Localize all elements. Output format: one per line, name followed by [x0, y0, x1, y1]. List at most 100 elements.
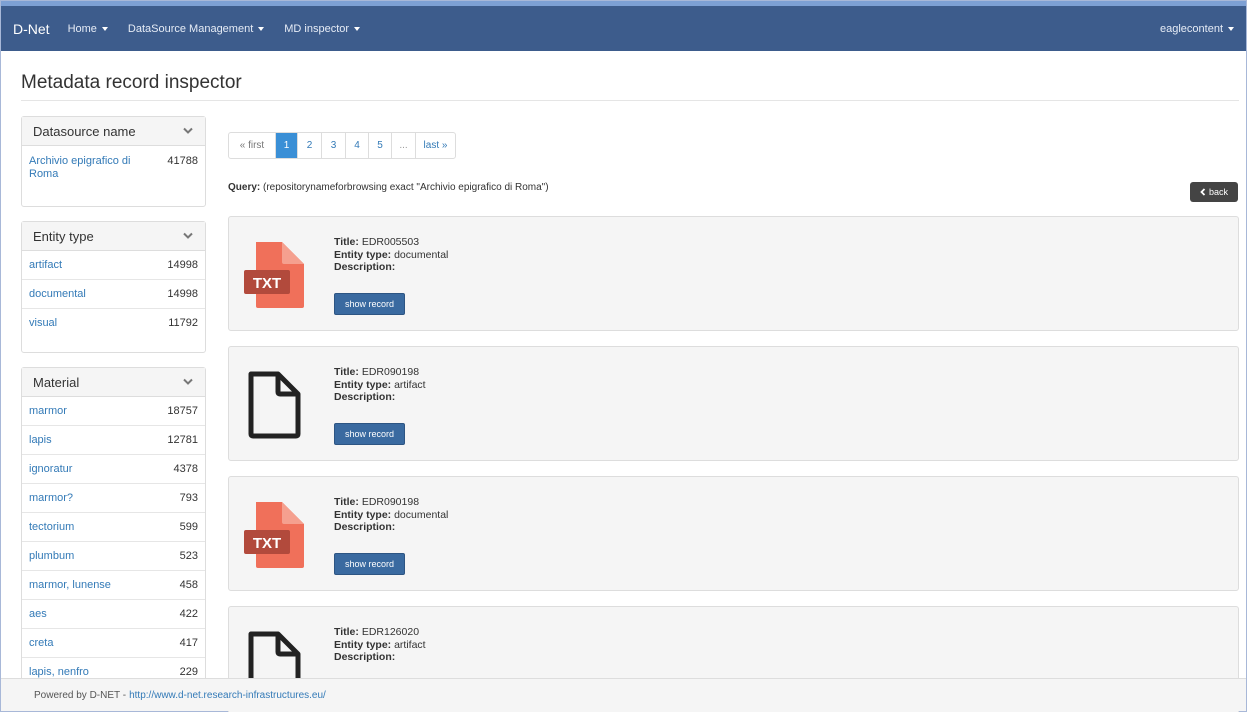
facet-link[interactable]: tectorium — [29, 521, 74, 533]
facet-material-header[interactable]: Material — [22, 368, 205, 397]
title-label: Title: — [334, 626, 359, 638]
caret-down-icon — [101, 27, 108, 31]
description-label: Description: — [334, 651, 396, 663]
facet-count: 11792 — [168, 317, 198, 329]
menu-home[interactable]: Home — [68, 23, 108, 35]
chevron-down-icon[interactable] — [183, 127, 193, 135]
query-label: Query: — [228, 182, 261, 193]
record-entity-type: artifact — [394, 378, 426, 391]
chevron-down-icon[interactable] — [183, 232, 193, 240]
facet-item: artifact 14998 — [22, 251, 205, 280]
page-1[interactable]: 1 — [275, 133, 297, 158]
entity-type-label: Entity type: — [334, 638, 392, 651]
caret-down-icon — [354, 27, 361, 31]
facet-item: marmor 18757 — [22, 397, 205, 426]
menu-md-inspector[interactable]: MD inspector — [284, 23, 361, 35]
facet-link[interactable]: creta — [29, 637, 53, 649]
record-title: EDR090198 — [361, 366, 420, 378]
facet-item: creta 417 — [22, 629, 205, 658]
facet-link[interactable]: lapis — [29, 434, 52, 446]
facet-item: plumbum 523 — [22, 542, 205, 571]
facet-datasource-header[interactable]: Datasource name — [22, 117, 205, 146]
entity-type-label: Entity type: — [334, 508, 392, 521]
facet-entity-type-panel: Entity type artifact 14998 documental 14… — [21, 221, 206, 353]
page-3[interactable]: 3 — [321, 133, 345, 158]
facet-count: 793 — [179, 492, 198, 504]
title-label: Title: — [334, 496, 359, 508]
page-title: Metadata record inspector — [21, 72, 242, 93]
menu-datasource-management[interactable]: DataSource Management — [127, 22, 265, 35]
facet-datasource-title: Datasource name — [33, 123, 136, 139]
caret-down-icon — [258, 27, 265, 31]
record-entity-type: artifact — [394, 638, 426, 651]
user-menu[interactable]: eaglecontent — [1160, 23, 1234, 35]
facet-material-panel: Material marmor 18757 lapis 12781 ignoratu… — [21, 367, 206, 697]
menu-datasource-label: DataSource Management — [127, 22, 254, 35]
page-last[interactable]: last » — [415, 133, 455, 158]
title-label: Title: — [334, 366, 359, 378]
facet-item: Archivio epigrafico di Roma 41788 — [22, 146, 205, 196]
show-record-button[interactable]: show record — [334, 553, 405, 575]
entity-type-label: Entity type: — [334, 378, 392, 391]
brand-logo[interactable]: D-Net — [13, 21, 50, 37]
facet-item: tectorium 599 — [22, 513, 205, 542]
facet-count: 4378 — [173, 463, 198, 475]
facet-link[interactable]: Archivio epigrafico di Roma — [29, 155, 149, 181]
facet-count: 523 — [179, 550, 198, 562]
facet-count: 41788 — [167, 155, 198, 167]
footer-link[interactable]: http://www.d-net.research-infrastructure… — [129, 690, 326, 701]
show-record-button[interactable]: show record — [334, 423, 405, 445]
facet-link[interactable]: visual — [29, 317, 57, 329]
facet-item: visual 11792 — [22, 309, 205, 338]
facet-link[interactable]: plumbum — [29, 550, 74, 562]
facet-link[interactable]: marmor, lunense — [29, 579, 111, 591]
facet-item: ignoratur 4378 — [22, 455, 205, 484]
txt-badge: TXT — [253, 275, 281, 292]
facet-count: 14998 — [167, 259, 198, 271]
facet-link[interactable]: artifact — [29, 259, 62, 271]
facet-item: aes 422 — [22, 600, 205, 629]
user-name: eaglecontent — [1160, 22, 1223, 35]
record-card: TXT Title: EDR005503 Entity type: docume… — [228, 216, 1239, 331]
description-label: Description: — [334, 521, 396, 533]
back-label: back — [1208, 187, 1228, 197]
page-first[interactable]: « first — [229, 133, 275, 158]
facet-link[interactable]: aes — [29, 608, 47, 620]
facet-link[interactable]: marmor? — [29, 492, 73, 504]
record-entity-type: documental — [394, 248, 449, 261]
facet-count: 12781 — [167, 434, 198, 446]
blank-file-icon — [248, 371, 301, 439]
chevron-down-icon[interactable] — [183, 378, 193, 386]
page-2[interactable]: 2 — [297, 133, 321, 158]
facet-entity-type-header[interactable]: Entity type — [22, 222, 205, 251]
facet-item: marmor? 793 — [22, 484, 205, 513]
show-record-button[interactable]: show record — [334, 293, 405, 315]
page-4[interactable]: 4 — [345, 133, 368, 158]
query-line: Query: (repositorynameforbrowsing exact … — [228, 182, 549, 193]
title-label: Title: — [334, 236, 359, 248]
record-title: EDR126020 — [361, 626, 420, 638]
page-ellipsis: ... — [391, 133, 415, 158]
facet-link[interactable]: ignoratur — [29, 463, 72, 475]
menu-home-label: Home — [67, 22, 97, 35]
page-footer: Powered by D-NET - http://www.d-net.rese… — [1, 678, 1246, 711]
back-button[interactable]: back — [1190, 182, 1238, 202]
record-card: Title: EDR090198 Entity type: artifact D… — [228, 346, 1239, 461]
facet-datasource-panel: Datasource name Archivio epigrafico di R… — [21, 116, 206, 207]
description-label: Description: — [334, 261, 396, 273]
facet-link[interactable]: documental — [29, 288, 86, 300]
facet-link[interactable]: lapis, nenfro — [29, 666, 89, 678]
facet-link[interactable]: marmor — [29, 405, 67, 417]
page-5[interactable]: 5 — [368, 133, 391, 158]
facet-item: documental 14998 — [22, 280, 205, 309]
title-divider — [21, 100, 1239, 101]
facet-count: 458 — [179, 579, 198, 591]
txt-file-icon: TXT — [244, 242, 304, 308]
record-details: Title: EDR005503 Entity type: documental… — [334, 236, 448, 274]
description-label: Description: — [334, 391, 396, 403]
facet-item: marmor, lunense 458 — [22, 571, 205, 600]
entity-type-label: Entity type: — [334, 248, 392, 261]
record-title: EDR090198 — [361, 496, 420, 508]
record-details: Title: EDR090198 Entity type: artifact D… — [334, 366, 426, 404]
facet-entity-type-title: Entity type — [33, 228, 94, 244]
